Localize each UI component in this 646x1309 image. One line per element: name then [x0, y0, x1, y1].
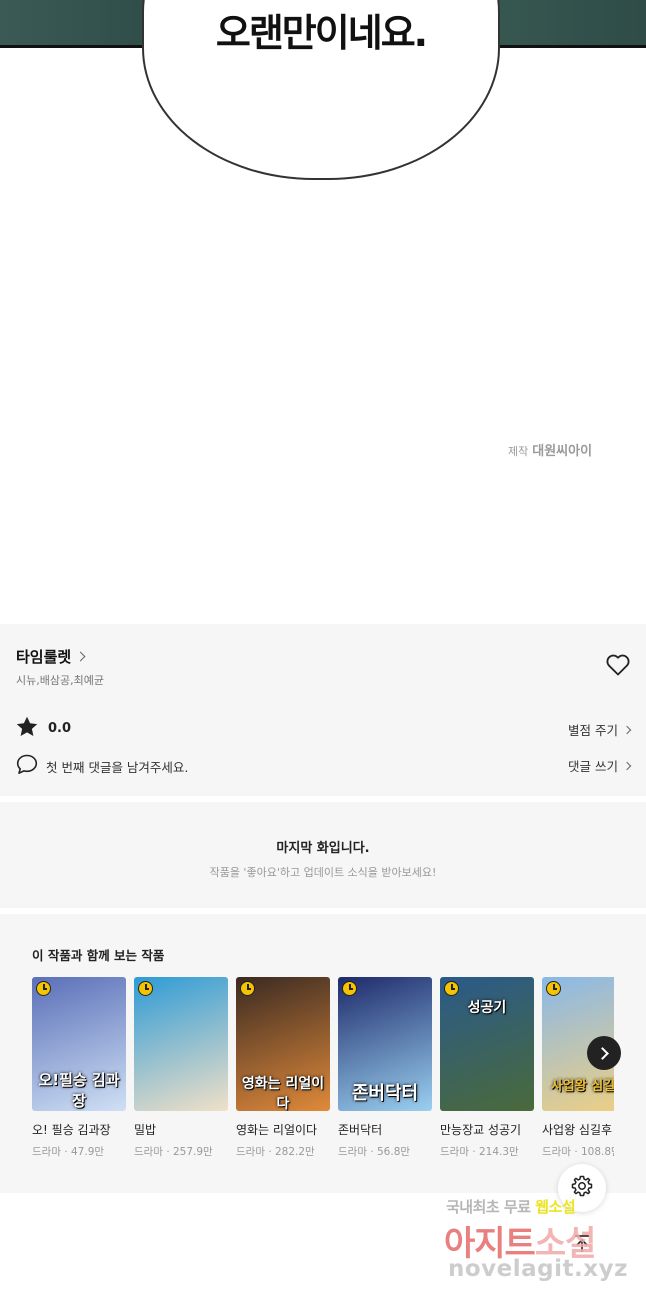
- comment-prompt-row[interactable]: 첫 번째 댓글을 남겨주세요.: [16, 754, 188, 779]
- card-title[interactable]: 사업왕 심길후: [542, 1121, 614, 1138]
- recommendation-card[interactable]: 밀밥 드라마 · 257.9만: [134, 977, 228, 1159]
- cover-title-art: 오!필승 김과장: [38, 1071, 120, 1110]
- chevron-right-icon: [75, 651, 86, 662]
- comic-panel: 오랜만이네요. 제작 대원씨아이: [0, 0, 646, 624]
- watermark-url: novelagit.xyz: [448, 1256, 628, 1282]
- recommendations-heading: 이 작품과 함께 보는 작품: [32, 948, 165, 963]
- rating-value: 0.0: [48, 721, 72, 736]
- series-title-link[interactable]: 타임룰렛: [16, 646, 86, 667]
- watermark-tagline: 국내최초 무료 웹소설: [446, 1198, 576, 1216]
- rate-button[interactable]: 별점 주기: [568, 720, 632, 739]
- card-meta: 드라마 · 56.8만: [338, 1146, 411, 1158]
- recommendations-carousel[interactable]: 오!필승 김과장 오! 필승 김과장 드라마 · 47.9만 밀밥 드라마 · …: [32, 977, 614, 1177]
- clock-badge-icon: [240, 981, 255, 996]
- recommendation-card[interactable]: 오!필승 김과장 오! 필승 김과장 드라마 · 47.9만: [32, 977, 126, 1159]
- cover-title-art: 영화는 리얼이다: [241, 1076, 325, 1111]
- last-episode-title: 마지막 화입니다.: [276, 841, 370, 856]
- cover-thumbnail[interactable]: 성공기: [440, 977, 534, 1111]
- clock-badge-icon: [546, 981, 561, 996]
- card-title[interactable]: 존버닥터: [338, 1121, 432, 1138]
- carousel-next-button[interactable]: [587, 1036, 621, 1070]
- credit-label: 제작: [508, 445, 529, 458]
- site-watermark: 국내최초 무료 웹소설 아지트소설 novelagit.xyz: [440, 1196, 640, 1306]
- card-meta: 드라마 · 47.9만: [32, 1146, 105, 1158]
- heart-icon[interactable]: [606, 654, 630, 680]
- card-meta: 드라마 · 282.2만: [236, 1146, 315, 1158]
- recommendation-card[interactable]: 존버닥터 존버닥터 드라마 · 56.8만: [338, 977, 432, 1159]
- cover-thumbnail[interactable]: 존버닥터: [338, 977, 432, 1111]
- recommendation-card[interactable]: 영화는 리얼이다 영화는 리얼이다 드라마 · 282.2만: [236, 977, 330, 1159]
- card-title[interactable]: 오! 필승 김과장: [32, 1121, 126, 1138]
- series-info-panel: 타임룰렛 시뉴,배삼공,최예균 0.0 별점 주기 첫 번째 댓글을 남겨주세요…: [0, 624, 646, 796]
- rate-button-label: 별점 주기: [568, 723, 618, 738]
- card-title[interactable]: 밀밥: [134, 1121, 228, 1138]
- last-episode-notice: 마지막 화입니다. 작품을 '좋아요'하고 업데이트 소식을 받아보세요!: [0, 802, 646, 908]
- credit-name: 대원씨아이: [532, 444, 593, 459]
- card-title[interactable]: 영화는 리얼이다: [236, 1121, 330, 1138]
- write-comment-label: 댓글 쓰기: [568, 759, 618, 774]
- chevron-right-icon: [622, 725, 632, 734]
- series-title: 타임룰렛: [16, 648, 72, 666]
- card-meta: 드라마 · 257.9만: [134, 1146, 213, 1158]
- cover-thumbnail[interactable]: 오!필승 김과장: [32, 977, 126, 1111]
- chevron-right-icon: [596, 1046, 609, 1060]
- card-meta: 드라마 · 214.3만: [440, 1146, 519, 1158]
- star-icon: [16, 716, 38, 741]
- write-comment-button[interactable]: 댓글 쓰기: [568, 756, 632, 775]
- cover-title-art: 성공기: [467, 1000, 507, 1016]
- comment-bubble-icon: [16, 754, 38, 779]
- clock-badge-icon: [138, 981, 153, 996]
- cover-thumbnail[interactable]: [134, 977, 228, 1111]
- cover-title-art: 존버닥터: [351, 1083, 419, 1104]
- card-meta: 드라마 · 108.8만: [542, 1146, 614, 1158]
- series-authors: 시뉴,배삼공,최예균: [16, 674, 104, 687]
- last-episode-subtitle: 작품을 '좋아요'하고 업데이트 소식을 받아보세요!: [209, 866, 437, 879]
- recommendation-card[interactable]: 성공기 만능장교 성공기 드라마 · 214.3만: [440, 977, 534, 1159]
- card-title[interactable]: 만능장교 성공기: [440, 1121, 534, 1138]
- clock-badge-icon: [342, 981, 357, 996]
- speech-bubble-text: 오랜만이네요.: [215, 11, 428, 55]
- cover-title-art: 사업왕 심길후: [550, 1079, 614, 1094]
- rating-display: 0.0: [16, 716, 71, 741]
- production-credit: 제작 대원씨아이: [508, 440, 592, 459]
- clock-badge-icon: [36, 981, 51, 996]
- clock-badge-icon: [444, 981, 459, 996]
- chevron-right-icon: [622, 761, 632, 770]
- cover-thumbnail[interactable]: 영화는 리얼이다: [236, 977, 330, 1111]
- recommendations-section: 이 작품과 함께 보는 작품 오!필승 김과장 오! 필승 김과장 드라마 · …: [0, 914, 646, 1193]
- comment-prompt-text: 첫 번째 댓글을 남겨주세요.: [46, 760, 189, 775]
